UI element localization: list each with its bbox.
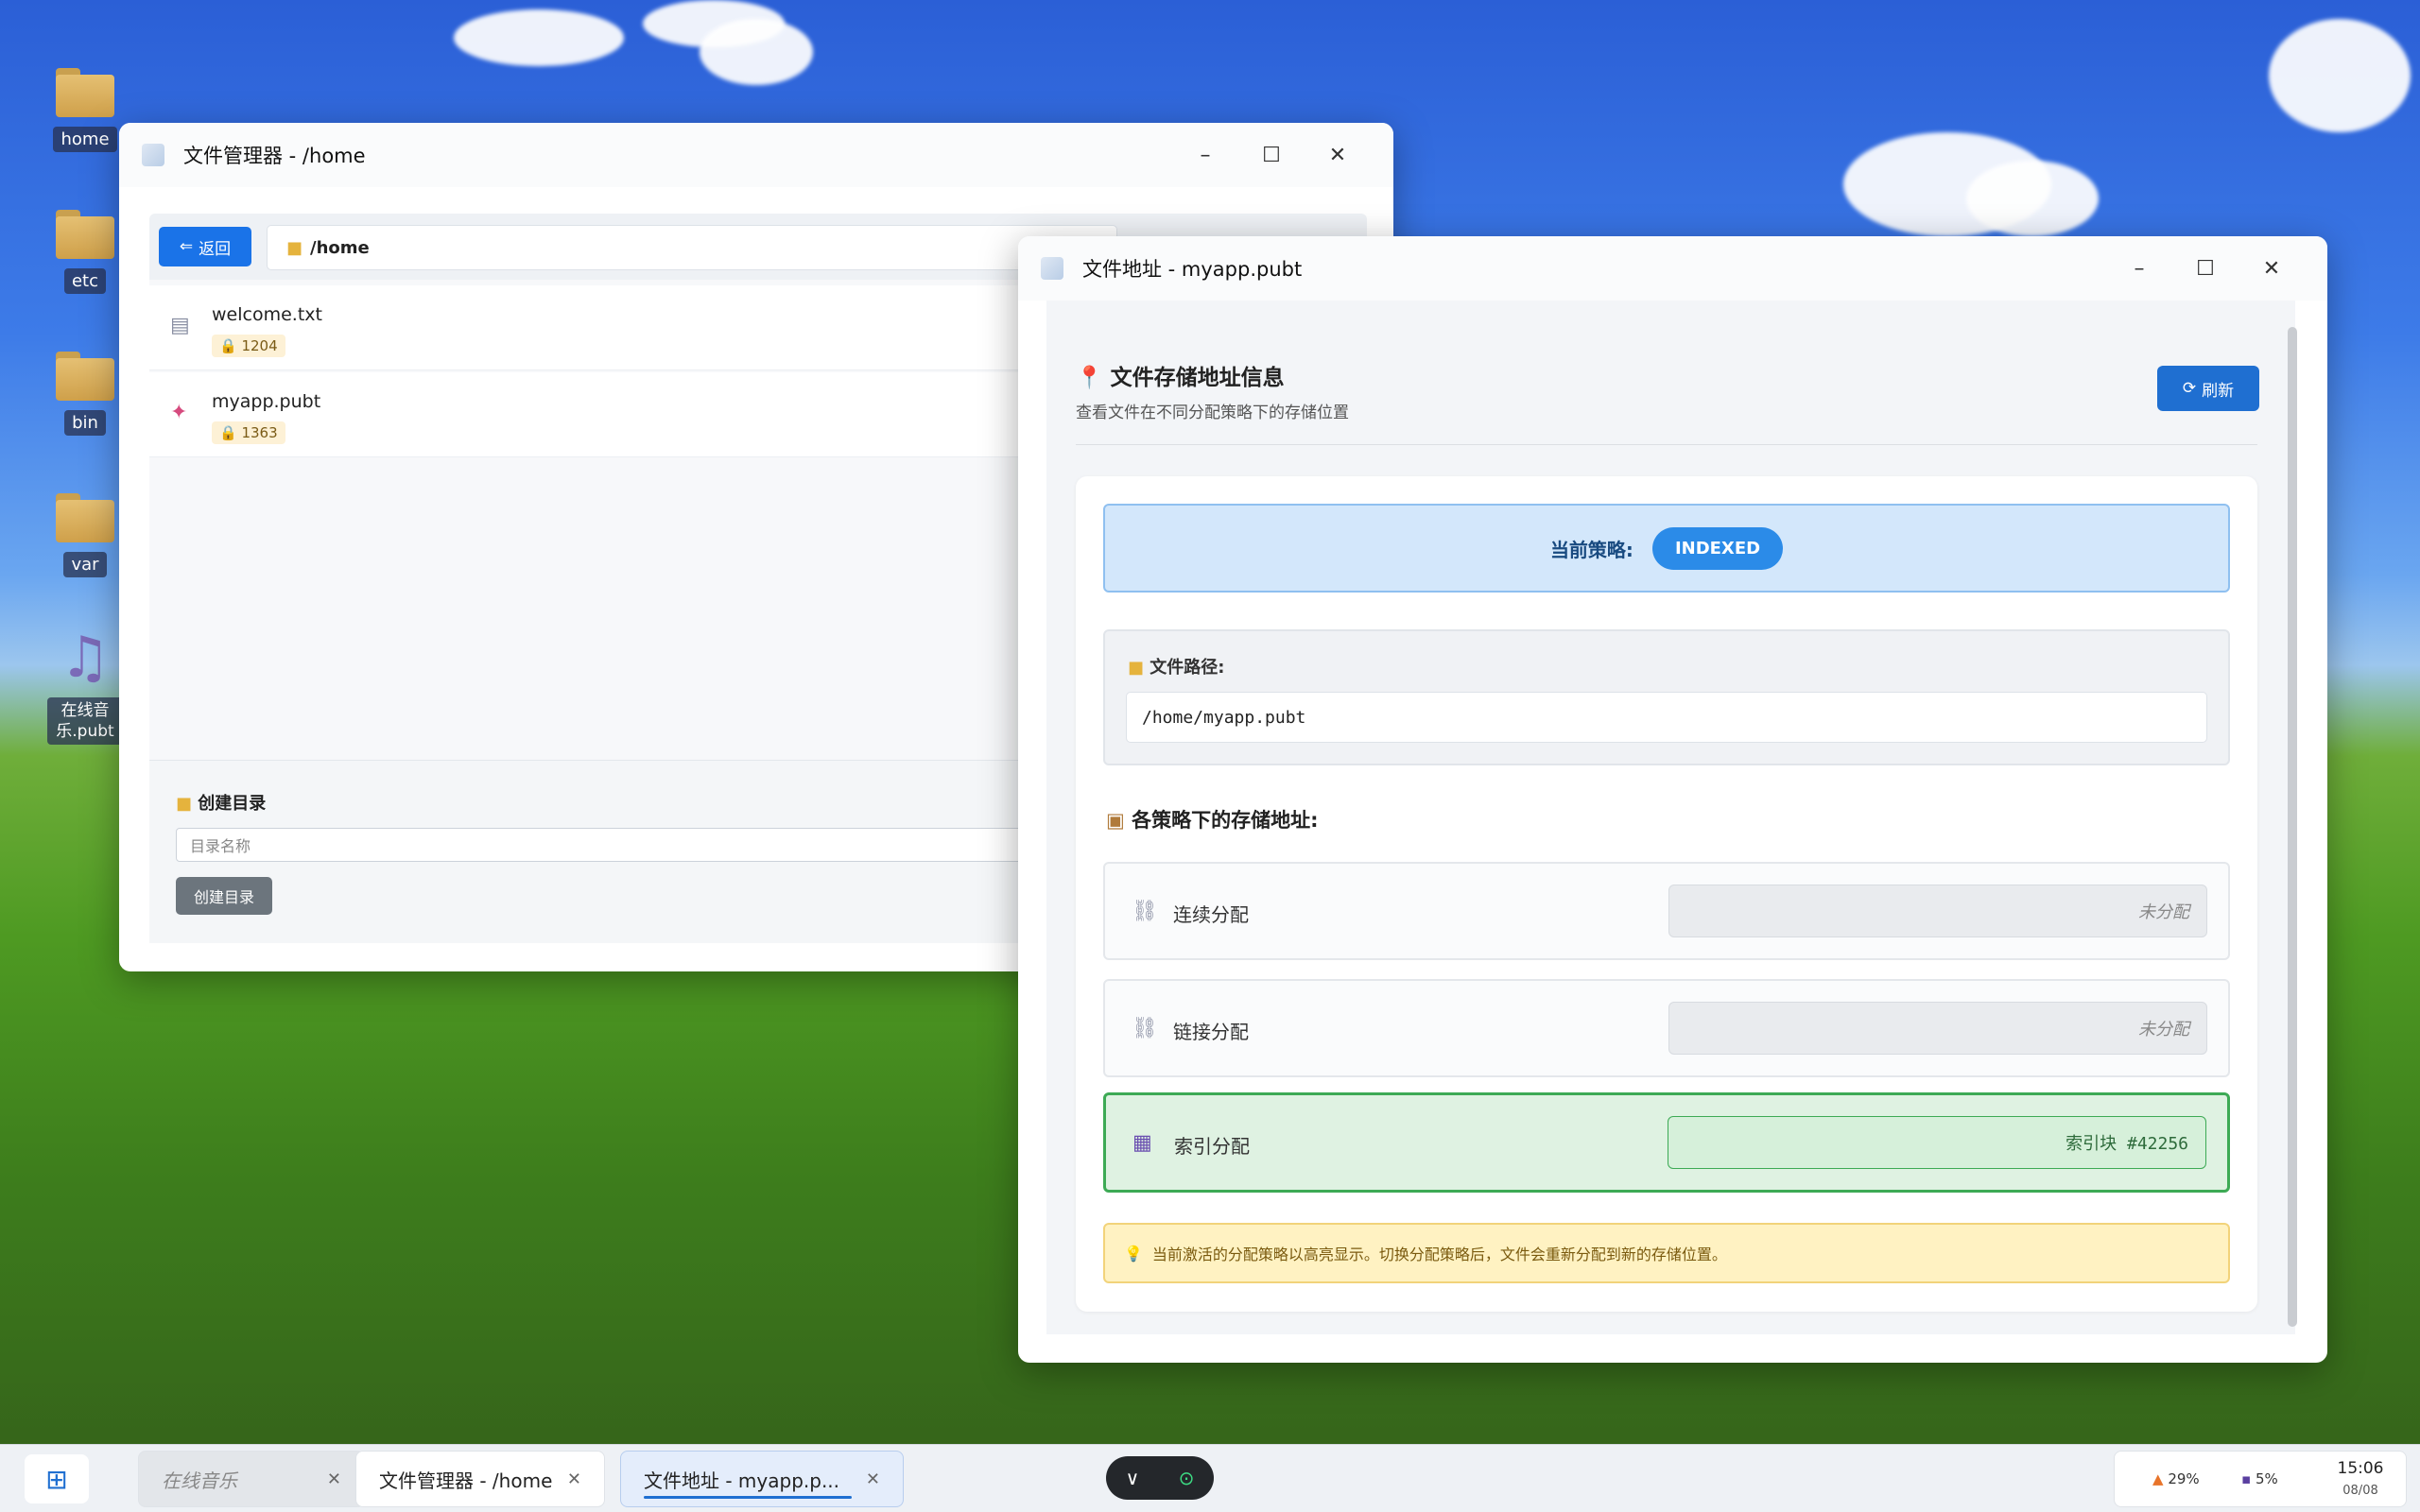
target-icon: ⊙: [1178, 1467, 1195, 1489]
package-icon: ▣: [1106, 809, 1125, 832]
tip-box: 💡 当前激活的分配策略以高亮显示。切换分配策略后，文件会重新分配到新的存储位置。: [1103, 1223, 2230, 1283]
strategy-name: 连续分配: [1173, 903, 1249, 926]
clock-date: 08/08: [2342, 1484, 2378, 1498]
active-indicator: [644, 1496, 852, 1499]
start-button[interactable]: ⊞: [25, 1454, 89, 1503]
alloc-row-linked: ⛓ 链接分配 未分配: [1103, 979, 2230, 1077]
strategy-name: 索引分配: [1174, 1135, 1250, 1158]
desktop-icon-home[interactable]: home: [47, 68, 123, 152]
folder-icon: ■: [1128, 658, 1145, 678]
system-widget[interactable]: ∨ ⊙: [1106, 1456, 1214, 1500]
close-icon[interactable]: ✕: [327, 1469, 341, 1489]
folder-icon: ■: [176, 794, 193, 814]
system-tray[interactable]: ▲ 29% ▪ 5% 15:06 08/08: [2114, 1451, 2407, 1507]
folder-icon: [56, 493, 114, 542]
strategy-address: 未分配: [1668, 1002, 2207, 1055]
music-note-icon: ♫: [60, 625, 111, 691]
text-file-icon: ▤: [170, 314, 190, 337]
disk-icon: ▪: [2241, 1470, 2252, 1487]
file-name: welcome.txt: [212, 304, 322, 325]
folder-icon: [56, 352, 114, 401]
section-subtitle: 查看文件在不同分配策略下的存储位置: [1076, 404, 1349, 422]
back-arrow-icon: ⇐: [179, 237, 194, 256]
current-strategy-label: 当前策略:: [1549, 538, 1634, 561]
flame-icon: ▲: [2152, 1470, 2164, 1487]
maximize-button[interactable]: ☐: [1238, 144, 1305, 167]
back-button-label: 返回: [199, 239, 232, 259]
list-item[interactable]: ▤ welcome.txt 🔒 1204: [149, 285, 1019, 370]
task-music[interactable]: 在线音乐 ✕: [138, 1451, 365, 1507]
divider: [1076, 444, 2257, 445]
desktop-icon-bin[interactable]: bin: [47, 352, 123, 436]
desktop-icon-music[interactable]: ♫ 在线音乐.pubt: [47, 627, 123, 745]
lightbulb-icon: 💡: [1124, 1244, 1143, 1263]
path-text: /home: [310, 237, 370, 258]
mkdir-button[interactable]: 创建目录: [176, 877, 272, 915]
desktop-icon-var[interactable]: var: [47, 493, 123, 577]
section-title: 📍 文件存储地址信息: [1076, 366, 1285, 390]
tip-text: 当前激活的分配策略以高亮显示。切换分配策略后，文件会重新分配到新的存储位置。: [1151, 1246, 1727, 1263]
task-label: 在线音乐: [162, 1469, 237, 1492]
path-bar[interactable]: ■ /home: [267, 225, 1117, 270]
folder-icon: ■: [286, 237, 303, 258]
titlebar: 文件管理器 - /home – ☐ ✕: [119, 123, 1393, 187]
cpu-indicator: ▲ 29%: [2152, 1470, 2200, 1487]
path-value: /home/myapp.pubt: [1126, 692, 2207, 743]
list-item[interactable]: ✦ myapp.pubt 🔒 1363: [149, 372, 1019, 457]
desktop-icon-label: 在线音乐.pubt: [47, 697, 123, 745]
refresh-icon: ⟳: [2182, 379, 2197, 398]
minimize-button[interactable]: –: [2106, 257, 2172, 281]
back-button[interactable]: ⇐ 返回: [159, 227, 251, 266]
refresh-button[interactable]: ⟳ 刷新: [2157, 366, 2259, 411]
maximize-button[interactable]: ☐: [2172, 257, 2238, 281]
index-block-icon: ▦: [1132, 1131, 1152, 1155]
path-label: ■ 文件路径:: [1128, 658, 1225, 678]
strategies-heading: ▣ 各策略下的存储地址:: [1106, 809, 1319, 832]
mem-indicator: ▪ 5%: [2241, 1470, 2278, 1487]
window-title: 文件管理器 - /home: [183, 145, 366, 167]
minimize-button[interactable]: –: [1172, 144, 1238, 167]
alloc-row-indexed: ▦ 索引分配 索引块 #42256: [1103, 1092, 2230, 1193]
desktop-icon-etc[interactable]: etc: [47, 210, 123, 294]
task-address[interactable]: 文件地址 - myapp.p... ✕: [620, 1451, 904, 1507]
close-button[interactable]: ✕: [2238, 257, 2305, 281]
dirname-input[interactable]: 目录名称: [176, 828, 1027, 862]
pin-icon: 📍: [1076, 366, 1103, 390]
task-label: 文件管理器 - /home: [379, 1469, 553, 1492]
taskbar: ⊞ 在线音乐 ✕ 文件管理器 - /home ✕ 文件地址 - myapp.p.…: [0, 1444, 2420, 1512]
mkdir-label: ■ 创建目录: [176, 794, 267, 814]
desktop-icon-label: bin: [64, 410, 106, 436]
close-icon[interactable]: ✕: [866, 1469, 880, 1489]
folder-icon: [56, 68, 114, 117]
task-label: 文件地址 - myapp.p...: [644, 1469, 840, 1492]
app-file-icon: ✦: [170, 401, 188, 424]
window-title: 文件地址 - myapp.pubt: [1082, 258, 1303, 281]
file-badge: 🔒 1204: [212, 335, 285, 357]
chevron-v-icon: ∨: [1125, 1467, 1140, 1489]
clock-time: 15:06: [2337, 1459, 2384, 1478]
link-icon: ⛓: [1132, 1017, 1158, 1040]
link-icon: ⛓: [1132, 900, 1158, 923]
grid-icon: ⊞: [45, 1463, 68, 1495]
task-file-manager[interactable]: 文件管理器 - /home ✕: [355, 1451, 605, 1507]
strategy-name: 链接分配: [1173, 1021, 1249, 1043]
current-strategy-box: 当前策略: INDEXED: [1103, 504, 2230, 593]
scrollbar[interactable]: [2288, 327, 2297, 1327]
titlebar: 文件地址 - myapp.pubt – ☐ ✕: [1018, 236, 2327, 301]
strategy-address: 索引块 #42256: [1668, 1116, 2206, 1169]
file-name: myapp.pubt: [212, 391, 321, 412]
alloc-row-contiguous: ⛓ 连续分配 未分配: [1103, 862, 2230, 960]
app-icon: [142, 144, 164, 166]
strategy-badge: INDEXED: [1651, 526, 1784, 570]
desktop-icon-label: home: [53, 127, 117, 152]
close-icon[interactable]: ✕: [567, 1469, 581, 1489]
file-badge: 🔒 1363: [212, 421, 285, 444]
strategy-address: 未分配: [1668, 885, 2207, 937]
folder-icon: [56, 210, 114, 259]
desktop-icon-label: etc: [63, 268, 107, 294]
close-button[interactable]: ✕: [1305, 144, 1371, 167]
desktop-icon-label: var: [63, 552, 107, 577]
app-icon: [1041, 257, 1063, 280]
file-path-box: ■ 文件路径: /home/myapp.pubt: [1103, 629, 2230, 765]
